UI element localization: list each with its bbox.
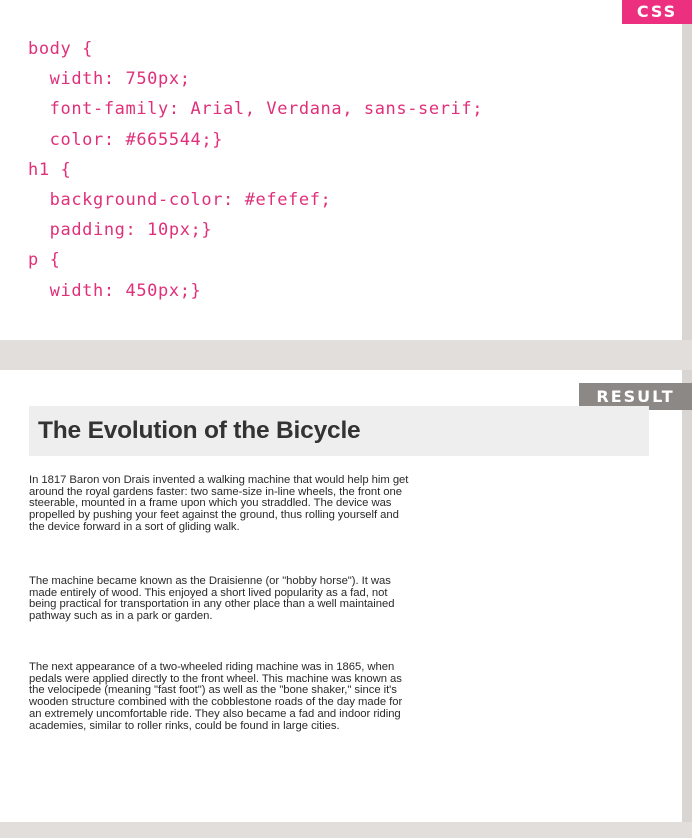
result-paragraph-3: The next appearance of a two-wheeled rid… [29,661,403,732]
code-line: width: 750px; [28,69,191,90]
code-line: p { [28,250,61,271]
result-paragraph-2: The machine became known as the Draisien… [29,575,395,623]
css-code-block: body { width: 750px; font-family: Arial,… [28,34,483,306]
code-line: font-family: Arial, Verdana, sans-serif; [28,99,484,120]
code-line: background-color: #efefef; [28,189,332,210]
code-line: padding: 10px;} [28,220,213,241]
code-line: color: #665544;} [28,129,224,150]
code-line: body { [28,39,94,59]
result-heading-box: The Evolution of the Bicycle [29,406,649,456]
result-panel-edge [682,370,692,822]
result-heading: The Evolution of the Bicycle [29,406,649,456]
code-line: h1 { [28,159,72,180]
css-tab-label: CSS [622,0,692,24]
result-paragraph-1: In 1817 Baron von Drais invented a walki… [29,474,409,533]
code-line: width: 450px;} [28,280,202,301]
css-panel-edge [682,0,692,340]
